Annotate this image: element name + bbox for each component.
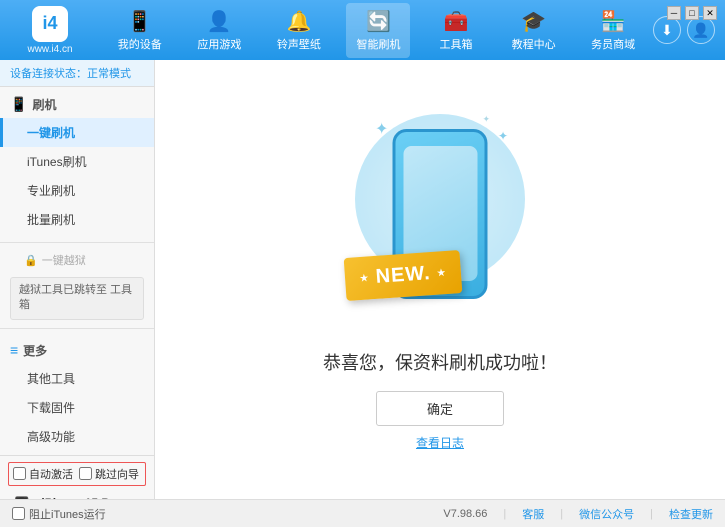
sidebar-item-batch-flash[interactable]: 批量刷机 (0, 205, 154, 234)
auto-activate-label: 自动激活 (29, 466, 73, 482)
nav-toolbox[interactable]: 🧰 工具箱 (426, 3, 486, 58)
user-button[interactable]: 👤 (687, 16, 715, 44)
flash-section: 📱 刷机 一键刷机 iTunes刷机 专业刷机 批量刷机 (0, 87, 154, 238)
device-name: iPhone 15 Pro Max (41, 494, 146, 499)
auto-activate-item[interactable]: 自动激活 (13, 466, 73, 482)
footer-divider-2: | (560, 508, 563, 520)
merchant-icon: 🏪 (601, 9, 626, 34)
more-label: 更多 (23, 342, 47, 359)
flash-section-label: 刷机 (32, 96, 56, 113)
logo: i4 www.i4.cn (10, 6, 90, 55)
sidebar-item-advanced[interactable]: 高级功能 (0, 422, 154, 451)
skip-guide-item[interactable]: 跳过向导 (79, 466, 139, 482)
maximize-button[interactable]: □ (685, 6, 699, 20)
nav-apps-games[interactable]: 👤 应用游戏 (187, 3, 251, 58)
close-button[interactable]: ✕ (703, 6, 717, 20)
footer-link-wechat[interactable]: 微信公众号 (579, 506, 634, 522)
skip-guide-label: 跳过向导 (95, 466, 139, 482)
sidebar-bottom: 自动激活 跳过向导 📱 iPhone 15 Pro Max 512GB iPho… (0, 455, 154, 499)
jailbreak-label: 一键越狱 (42, 252, 86, 268)
nav-tutorials-label: 教程中心 (512, 36, 556, 52)
sidebar-item-pro-flash[interactable]: 专业刷机 (0, 176, 154, 205)
footer-right: V7.98.66 | 客服 | 微信公众号 | 检查更新 (443, 506, 713, 522)
sidebar-item-download-firmware[interactable]: 下载固件 (0, 393, 154, 422)
status-bar: 设备连接状态：正常模式 (0, 60, 154, 87)
more-icon: ≡ (10, 342, 18, 358)
stop-itunes-checkbox[interactable] (12, 507, 25, 520)
status-value: 正常模式 (87, 68, 131, 80)
sparkle-3: ✦ (482, 114, 490, 125)
toolbox-icon: 🧰 (444, 9, 469, 34)
skip-guide-checkbox[interactable] (79, 467, 92, 480)
nav-ringtones[interactable]: 🔔 铃声壁纸 (267, 3, 331, 58)
footer-divider-3: | (650, 508, 653, 520)
nav-my-device-label: 我的设备 (118, 36, 162, 52)
apps-icon: 👤 (207, 9, 232, 34)
nav-smart-flash-label: 智能刷机 (356, 36, 400, 52)
stop-itunes-label: 阻止iTunes运行 (29, 506, 106, 522)
device-phone-icon: 📱 (8, 496, 35, 499)
flash-section-icon: 📱 (10, 96, 27, 113)
nav-smart-flash[interactable]: 🔄 智能刷机 (346, 3, 410, 58)
nav-apps-label: 应用游戏 (197, 36, 241, 52)
version-label: V7.98.66 (443, 508, 487, 520)
sidebar-item-one-key-flash[interactable]: 一键刷机 (0, 118, 154, 147)
download-button[interactable]: ⬇ (653, 16, 681, 44)
new-ribbon: ★ NEW. ★ (344, 249, 463, 300)
nav-ringtones-label: 铃声壁纸 (277, 36, 321, 52)
sidebar: 设备连接状态：正常模式 📱 刷机 一键刷机 iTunes刷机 专业刷机 批量刷机… (0, 60, 155, 499)
device-info: 📱 iPhone 15 Pro Max 512GB iPhone (8, 490, 146, 499)
logo-url: www.i4.cn (27, 44, 72, 55)
jailbreak-note: 越狱工具已跳转至 工具箱 (10, 277, 144, 320)
sidebar-divider-2 (0, 328, 154, 329)
minimize-button[interactable]: ─ (667, 6, 681, 20)
sidebar-item-other-tools[interactable]: 其他工具 (0, 364, 154, 393)
logo-icon: i4 (32, 6, 68, 42)
nav-toolbox-label: 工具箱 (440, 36, 473, 52)
footer: 阻止iTunes运行 V7.98.66 | 客服 | 微信公众号 | 检查更新 (0, 499, 725, 527)
nav-tutorials[interactable]: 🎓 教程中心 (502, 3, 566, 58)
nav-my-device[interactable]: 📱 我的设备 (108, 3, 172, 58)
device-details: iPhone 15 Pro Max 512GB iPhone (41, 494, 146, 499)
tutorials-icon: 🎓 (521, 9, 546, 34)
confirm-button[interactable]: 确定 (376, 391, 504, 426)
footer-divider-1: | (503, 508, 506, 520)
sparkle-1: ✦ (375, 119, 388, 139)
sidebar-item-itunes-flash[interactable]: iTunes刷机 (0, 147, 154, 176)
nav-merchant[interactable]: 🏪 务员商域 (581, 3, 645, 58)
auto-activate-checkbox[interactable] (13, 467, 26, 480)
status-prefix: 设备连接状态： (10, 68, 87, 80)
log-link[interactable]: 查看日志 (416, 434, 464, 451)
sidebar-divider-1 (0, 242, 154, 243)
flash-icon: 🔄 (366, 9, 391, 34)
nav-merchant-label: 务员商域 (591, 36, 635, 52)
content-area: ✦ ✦ ✦ ★ NEW. ★ 恭喜您，保资料刷机成功啦！ 确定 查看日志 (155, 60, 725, 499)
sparkle-2: ✦ (498, 129, 508, 143)
window-controls: ─ □ ✕ (667, 6, 717, 20)
more-section: ≡ 更多 其他工具 下载固件 高级功能 (0, 333, 154, 455)
checkbox-row: 自动激活 跳过向导 (8, 462, 146, 486)
footer-link-support[interactable]: 客服 (522, 506, 544, 522)
lock-icon: 🔒 (24, 254, 38, 267)
flash-section-header: 📱 刷机 (0, 91, 154, 118)
phone-graphic: ✦ ✦ ✦ ★ NEW. ★ (350, 109, 530, 329)
jailbreak-section: 🔒 一键越狱 (0, 247, 154, 273)
footer-link-update[interactable]: 检查更新 (669, 506, 713, 522)
ringtones-icon: 🔔 (286, 9, 311, 34)
header: i4 www.i4.cn 📱 我的设备 👤 应用游戏 🔔 铃声壁纸 🔄 智能刷机… (0, 0, 725, 60)
footer-left: 阻止iTunes运行 (12, 506, 443, 522)
success-message: 恭喜您，保资料刷机成功啦！ (323, 349, 557, 375)
header-right: ⬇ 👤 (653, 16, 715, 44)
device-icon: 📱 (127, 9, 152, 34)
nav-bar: 📱 我的设备 👤 应用游戏 🔔 铃声壁纸 🔄 智能刷机 🧰 工具箱 🎓 教程中心… (100, 3, 653, 58)
more-section-header: ≡ 更多 (0, 337, 154, 364)
main-layout: 设备连接状态：正常模式 📱 刷机 一键刷机 iTunes刷机 专业刷机 批量刷机… (0, 60, 725, 499)
